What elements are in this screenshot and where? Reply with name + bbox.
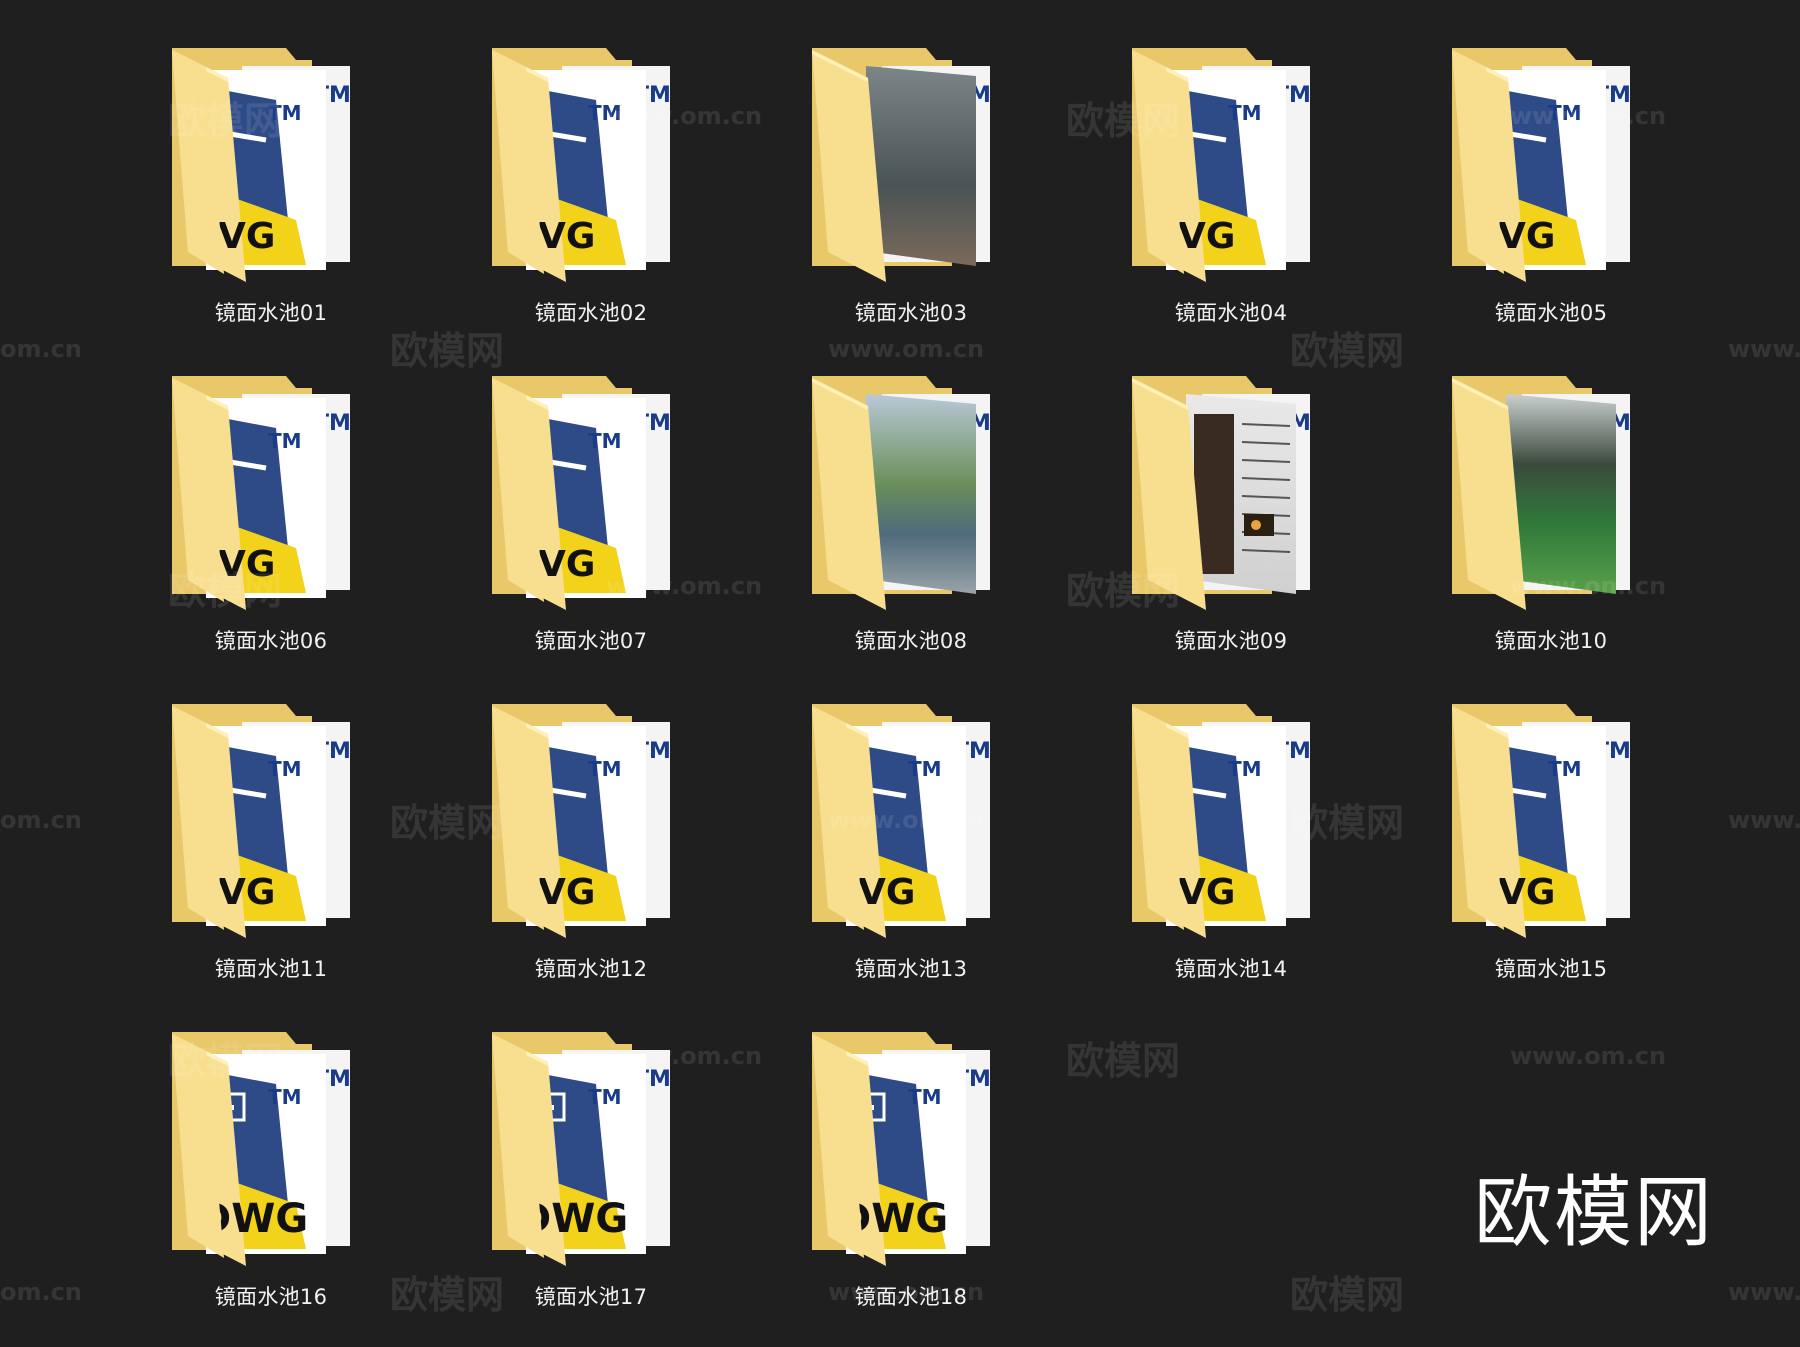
folder-name: 镜面水池16 (214, 1285, 328, 1309)
folder-item[interactable]: TM TM VG 镜面水池06 (136, 370, 406, 670)
folder-thumbnail: TM (776, 370, 1046, 630)
folder-thumbnail: TM TM VG (456, 42, 726, 302)
watermark: 欧模网 (1290, 1273, 1405, 1317)
watermark: 欧模网 (1066, 1039, 1181, 1083)
watermark: www.om.cn (606, 102, 763, 130)
dwg-logo-text: VG (1498, 872, 1555, 913)
folder-item[interactable]: TM TM VG 镜面水池01 (136, 42, 406, 342)
watermark: 欧模网 (1290, 329, 1405, 373)
tm-mark: TM (588, 429, 622, 453)
folder-name: 镜面水池10 (1494, 629, 1608, 653)
watermark: 欧模网 (1290, 801, 1405, 845)
folder-name: 镜面水池15 (1494, 957, 1608, 981)
tm-mark: TM (588, 1085, 622, 1109)
watermark: www.om.cn (1510, 1042, 1667, 1070)
tm-mark: TM (1548, 757, 1582, 781)
folder-name: 镜面水池06 (214, 629, 328, 653)
watermark: www.om.cn (1510, 102, 1667, 130)
tm-mark: TM (268, 1085, 302, 1109)
watermark: www.om.cn (1510, 572, 1667, 600)
folder-item[interactable]: TM TM VG 镜面水池14 (1096, 698, 1366, 998)
watermark: www.om.cn (828, 335, 985, 363)
watermark: 欧模网 (390, 801, 505, 845)
tm-mark: TM (588, 757, 622, 781)
tm-mark: TM (908, 757, 942, 781)
watermark: 欧模网 (390, 329, 505, 373)
tm-mark: TM (268, 757, 302, 781)
watermark: 欧模网 (168, 1039, 283, 1083)
folder-icon: TMTMVG (1452, 48, 1631, 282)
watermark: 欧模网 (1066, 569, 1181, 613)
folder-item[interactable]: TM TM VG 镜面水池04 (1096, 42, 1366, 342)
tm-mark: TM (1228, 757, 1262, 781)
watermark: om.cn (0, 806, 82, 834)
dwg-logo-text: VG (1178, 216, 1235, 257)
folder-item[interactable]: TM TM VG 镜面水池07 (456, 370, 726, 670)
folder-icon: TMTMDWG (812, 1032, 991, 1266)
folder-item[interactable]: TM镜面水池10 (1416, 370, 1686, 670)
folder-thumbnail: TM TM VG (1096, 42, 1366, 302)
folder-thumbnail: TM TM VG (136, 698, 406, 958)
dwg-logo-text: VG (1498, 216, 1555, 257)
folder-icon: TM (812, 376, 991, 610)
folder-item[interactable]: TM TM VG 镜面水池13 (776, 698, 1046, 998)
folder-icon: TMTMVG (1132, 48, 1311, 282)
folder-thumbnail: TM (776, 42, 1046, 302)
dwg-logo-text: VG (1178, 872, 1235, 913)
folder-icon: TMTMVG (172, 704, 351, 938)
watermark: 欧模网 (1066, 99, 1181, 143)
dwg-logo-text: VG (538, 872, 595, 913)
watermark: 欧模网 (168, 99, 283, 143)
watermark: 欧模网 (168, 569, 283, 613)
tm-mark: TM (268, 429, 302, 453)
folder-thumbnail: TM TM VG (1416, 42, 1686, 302)
folder-name: 镜面水池03 (854, 301, 968, 325)
folder-name: 镜面水池05 (1494, 301, 1608, 325)
dwg-logo-text: VG (218, 216, 275, 257)
dwg-logo-text: VG (538, 216, 595, 257)
folder-name: 镜面水池01 (214, 301, 328, 325)
dwg-logo-text: VG (538, 544, 595, 585)
folder-item[interactable]: TM TM VG 镜面水池12 (456, 698, 726, 998)
watermark: www. (1728, 335, 1800, 363)
folder-item[interactable]: TM TM VG 镜面水池15 (1416, 698, 1686, 998)
tm-mark: TM (908, 1085, 942, 1109)
folder-thumbnail: TM TM DWG (776, 1026, 1046, 1286)
folder-name: 镜面水池13 (854, 957, 968, 981)
watermark: www.om.cn (606, 572, 763, 600)
folder-item[interactable]: TM 镜面水池08 (776, 370, 1046, 670)
folder-item[interactable]: TM TM VG 镜面水池02 (456, 42, 726, 342)
dwg-logo-text: VG (858, 872, 915, 913)
folder-item[interactable]: TM 镜面水池03 (776, 42, 1046, 342)
folder-name: 镜面水池12 (534, 957, 648, 981)
folder-icon: TMTMVG (1452, 704, 1631, 938)
folder-thumbnail: TM TM VG (136, 42, 406, 302)
folder-icon: TM (812, 48, 991, 282)
watermark: www.om.cn (606, 1042, 763, 1070)
watermark: om.cn (0, 335, 82, 363)
folder-name: 镜面水池11 (214, 957, 328, 981)
folder-icon: TMTMVG (172, 48, 351, 282)
folder-name: 镜面水池14 (1174, 957, 1288, 981)
watermark: www.om.cn (828, 1278, 985, 1306)
watermark: om.cn (0, 1278, 82, 1306)
folder-name: 镜面水池07 (534, 629, 648, 653)
file-grid: TMTMVG镜面水池01TMTMVG镜面水池02TM镜面水池03TMTMVG镜面… (0, 0, 1800, 1347)
watermark: www. (1728, 1278, 1800, 1306)
watermark: www.om.cn (828, 806, 985, 834)
watermark: www. (1728, 806, 1800, 834)
folder-icon: TMTMVG (492, 48, 671, 282)
folder-name: 镜面水池08 (854, 629, 968, 653)
watermark: 欧模网 (390, 1273, 505, 1317)
folder-item[interactable]: TM TM VG 镜面水池11 (136, 698, 406, 998)
folder-item[interactable]: TM TM VG 镜面水池05 (1416, 42, 1686, 342)
folder-item[interactable]: TM镜面水池09 (1096, 370, 1366, 670)
folder-thumbnail: TM TM VG (1416, 698, 1686, 958)
tm-mark: TM (1228, 101, 1262, 125)
site-logo-text: 欧模网 (1474, 1168, 1715, 1258)
folder-name: 镜面水池09 (1174, 629, 1288, 653)
dwg-logo-text: VG (218, 872, 275, 913)
